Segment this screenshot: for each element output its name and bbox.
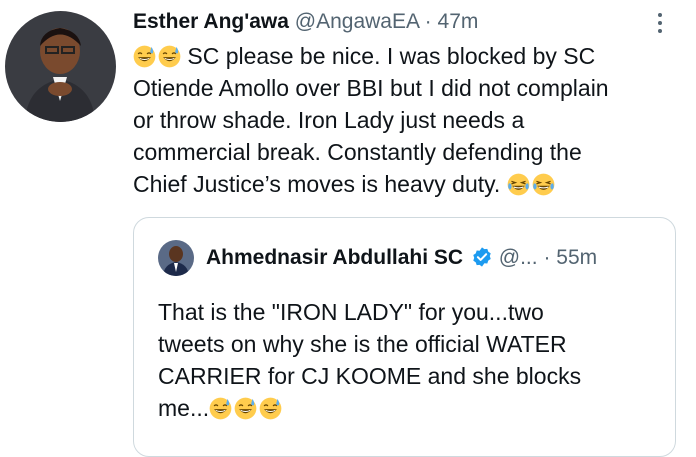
verified-badge-icon (473, 247, 491, 267)
author-avatar[interactable] (5, 11, 116, 122)
quoted-text-line: That is the "IRON LADY" for you...two (158, 299, 544, 325)
quoted-text-line: me... (158, 392, 658, 424)
author-handle[interactable]: @AngawaEA (295, 10, 419, 33)
tweet-text-line: or throw shade. Iron Lady just needs a (133, 107, 525, 133)
quoted-tweet[interactable]: Ahmednasir Abdullahi SC @... · 55m That … (133, 217, 676, 457)
sweat-smile-emoji (158, 45, 181, 68)
tears-of-joy-emoji (507, 173, 530, 196)
tweet-header: Esther Ang'awa @AngawaEA · 47m (133, 8, 656, 36)
tweet-text-segment: SC please be nice. I was blocked by SC (181, 43, 596, 69)
quoted-tweet-text: That is the "IRON LADY" for you...two tw… (158, 296, 658, 424)
quoted-tweet-header: Ahmednasir Abdullahi SC @... · 55m (206, 244, 663, 272)
quoted-author-name[interactable]: Ahmednasir Abdullahi SC (206, 246, 463, 269)
quoted-text-line: tweets on why she is the official WATER (158, 331, 567, 357)
sweat-smile-emoji (259, 397, 282, 420)
tweet-text-line: Otiende Amollo over BBI but I did not co… (133, 75, 609, 101)
tweet-text-line: SC please be nice. I was blocked by SC (133, 40, 673, 72)
tweet-text-line: Chief Justice’s moves is heavy duty. (133, 168, 673, 200)
tears-of-joy-emoji (532, 173, 555, 196)
quoted-header-separator: · (543, 246, 551, 269)
quoted-author-handle[interactable]: @... (499, 246, 538, 269)
author-name[interactable]: Esther Ang'awa (133, 10, 289, 33)
quoted-text-line: CARRIER for CJ KOOME and she blocks (158, 363, 582, 389)
sweat-smile-emoji (133, 45, 156, 68)
header-separator: · (424, 10, 432, 33)
quoted-tweet-time[interactable]: 55m (556, 246, 597, 269)
tweet-text-segment: Chief Justice’s moves is heavy duty. (133, 171, 507, 197)
more-options-icon[interactable] (650, 8, 670, 38)
quoted-text-segment: me... (158, 395, 210, 421)
tweet-text: SC please be nice. I was blocked by SC O… (133, 40, 673, 200)
tweet-text-line: commercial break. Constantly defending t… (133, 139, 582, 165)
sweat-smile-emoji (209, 397, 232, 420)
sweat-smile-emoji (234, 397, 257, 420)
tweet-time[interactable]: 47m (438, 10, 479, 33)
quoted-author-avatar[interactable] (158, 240, 194, 276)
